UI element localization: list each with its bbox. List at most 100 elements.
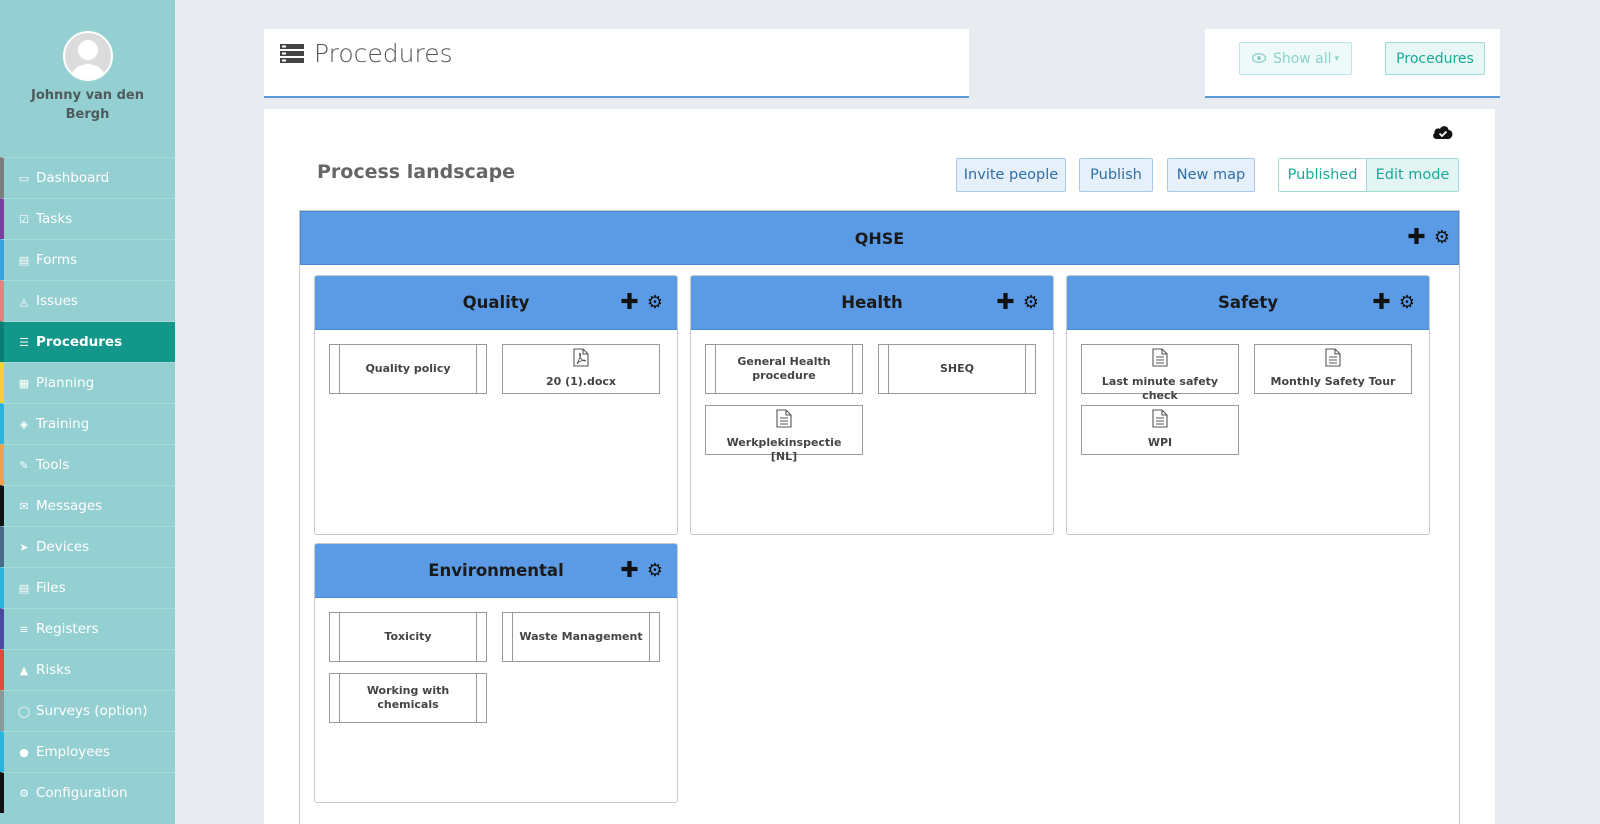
sidebar-item-tools[interactable]: ✎ Tools: [0, 444, 175, 485]
sidebar-item-label: Risks: [36, 662, 72, 678]
gear-icon[interactable]: ⚙: [1023, 293, 1039, 312]
document-item[interactable]: Monthly Safety Tour: [1254, 344, 1412, 394]
sidebar-item-surveys-option[interactable]: ◯ Surveys (option): [0, 690, 175, 731]
sidebar-item-label: Files: [36, 580, 66, 596]
item-label: General Health procedure: [737, 355, 831, 382]
page-title: Procedures: [314, 39, 453, 68]
mode-toggle: Published Edit mode: [1278, 158, 1459, 192]
list-icon: ☰: [19, 335, 29, 349]
sidebar-item-label: Issues: [36, 293, 78, 309]
process-item[interactable]: Waste Management: [502, 612, 660, 662]
document-icon: [776, 409, 792, 432]
add-icon[interactable]: ✚: [1372, 291, 1390, 314]
cloud-check-icon: [1432, 124, 1454, 144]
gear-icon[interactable]: ⚙: [1399, 293, 1415, 312]
sidebar-item-files[interactable]: ▤ Files: [0, 567, 175, 608]
sidebar-item-label: Procedures: [36, 334, 123, 350]
group-header: Environmental ✚ ⚙: [315, 544, 677, 598]
process-item[interactable]: Working with chemicals: [329, 673, 487, 723]
document-item[interactable]: WPI: [1081, 405, 1239, 455]
sidebar-item-label: Registers: [36, 621, 99, 637]
sidebar-item-issues[interactable]: ◬ Issues: [0, 280, 175, 321]
sidebar-item-training[interactable]: ◈ Training: [0, 403, 175, 444]
gear-icon[interactable]: ⚙: [647, 561, 663, 580]
document-icon: [1325, 348, 1341, 371]
file-icon: ▤: [18, 253, 30, 267]
sidebar-item-planning[interactable]: ▦ Planning: [0, 362, 175, 403]
eye-icon: [1251, 51, 1267, 67]
item-label: Monthly Safety Tour: [1270, 375, 1396, 388]
add-icon[interactable]: ✚: [996, 291, 1014, 314]
sidebar-item-registers[interactable]: ≡ Registers: [0, 608, 175, 649]
sidebar-item-label: Employees: [36, 744, 110, 760]
item-label: Last minute safety check: [1101, 375, 1219, 402]
user-profile: Johnny van den Bergh: [0, 0, 175, 157]
item-label: Werkplekinspectie [NL]: [726, 436, 842, 463]
group-header: Health ✚ ⚙: [691, 276, 1053, 330]
envelope-icon: ✉: [19, 499, 29, 513]
show-all-label: Show all: [1272, 50, 1332, 67]
page-header: Procedures: [264, 29, 969, 98]
sidebar-item-configuration[interactable]: ⚙ Configuration: [0, 772, 175, 813]
group-title: Safety: [1217, 293, 1279, 312]
group-environmental: Environmental ✚ ⚙ Toxicity Waste Management W…: [314, 543, 678, 803]
group-title: Quality: [462, 293, 530, 312]
header-actions: Show all ▾ Procedures: [1205, 29, 1500, 98]
published-toggle[interactable]: Published: [1279, 159, 1367, 191]
process-item[interactable]: Toxicity: [329, 612, 487, 662]
sidebar-item-label: Forms: [36, 252, 78, 268]
add-icon[interactable]: ✚: [1407, 227, 1425, 249]
file-pdf-icon: ▤: [18, 581, 30, 595]
document-item[interactable]: Werkplekinspectie [NL]: [705, 405, 863, 463]
procedures-button[interactable]: Procedures: [1385, 42, 1485, 75]
show-all-dropdown[interactable]: Show all ▾: [1239, 42, 1352, 75]
add-icon[interactable]: ✚: [620, 291, 638, 314]
sidebar-item-dashboard[interactable]: ▭ Dashboard: [0, 157, 175, 198]
sidebar-item-employees[interactable]: ● Employees: [0, 731, 175, 772]
process-item[interactable]: Quality policy: [329, 344, 487, 394]
graduation-cap-icon: ◈: [19, 417, 29, 431]
sidebar-item-risks[interactable]: ▲ Risks: [0, 649, 175, 690]
qhse-title: QHSE: [854, 228, 905, 248]
sidebar-item-label: Configuration: [36, 785, 128, 801]
document-item[interactable]: 20 (1).docx: [502, 344, 660, 394]
item-label: Toxicity: [384, 630, 432, 643]
process-landscape-panel: Process landscape Invite people Publish …: [264, 109, 1495, 824]
sidebar-item-forms[interactable]: ▤ Forms: [0, 239, 175, 280]
sidebar-item-label: Planning: [36, 375, 95, 391]
group-header: Safety ✚ ⚙: [1067, 276, 1429, 330]
add-icon[interactable]: ✚: [620, 559, 638, 582]
gear-icon[interactable]: ⚙: [647, 293, 663, 312]
group-safety: Safety ✚ ⚙ Last minute safety check Monthly …: [1066, 275, 1430, 535]
publish-button[interactable]: Publish: [1079, 158, 1153, 192]
sidebar-item-devices[interactable]: ➤ Devices: [0, 526, 175, 567]
comment-icon: ◯: [17, 704, 31, 718]
avatar[interactable]: [62, 31, 113, 81]
sidebar-item-messages[interactable]: ✉ Messages: [0, 485, 175, 526]
bars-icon: ≡: [19, 622, 29, 636]
qhse-header: QHSE ✚ ⚙: [300, 211, 1459, 265]
gear-icon[interactable]: ⚙: [1434, 229, 1450, 247]
sidebar-item-tasks[interactable]: ☑ Tasks: [0, 198, 175, 239]
edit-mode-toggle[interactable]: Edit mode: [1367, 159, 1458, 191]
file-pdf-icon: [573, 348, 589, 371]
bell-icon: ◬: [19, 294, 29, 308]
gear-icon: ⚙: [19, 786, 29, 800]
sidebar-item-label: Training: [36, 416, 90, 432]
sidebar-item-label: Dashboard: [36, 170, 110, 186]
item-label: SHEQ: [940, 362, 974, 375]
monitor-icon: ▭: [18, 171, 30, 185]
sidebar-item-label: Devices: [36, 539, 90, 555]
invite-people-button[interactable]: Invite people: [956, 158, 1066, 192]
new-map-button[interactable]: New map: [1167, 158, 1255, 192]
item-label: Waste Management: [519, 630, 643, 643]
sidebar-item-label: Tools: [36, 457, 70, 473]
group-title: Health: [841, 293, 903, 312]
group-title: Environmental: [428, 561, 564, 580]
document-item[interactable]: Last minute safety check: [1081, 344, 1239, 402]
process-item[interactable]: SHEQ: [878, 344, 1036, 394]
sidebar-item-procedures[interactable]: ☰ Procedures: [0, 321, 175, 362]
warning-icon: ▲: [19, 663, 29, 677]
calendar-icon: ▦: [18, 376, 30, 390]
process-item[interactable]: General Health procedure: [705, 344, 863, 394]
